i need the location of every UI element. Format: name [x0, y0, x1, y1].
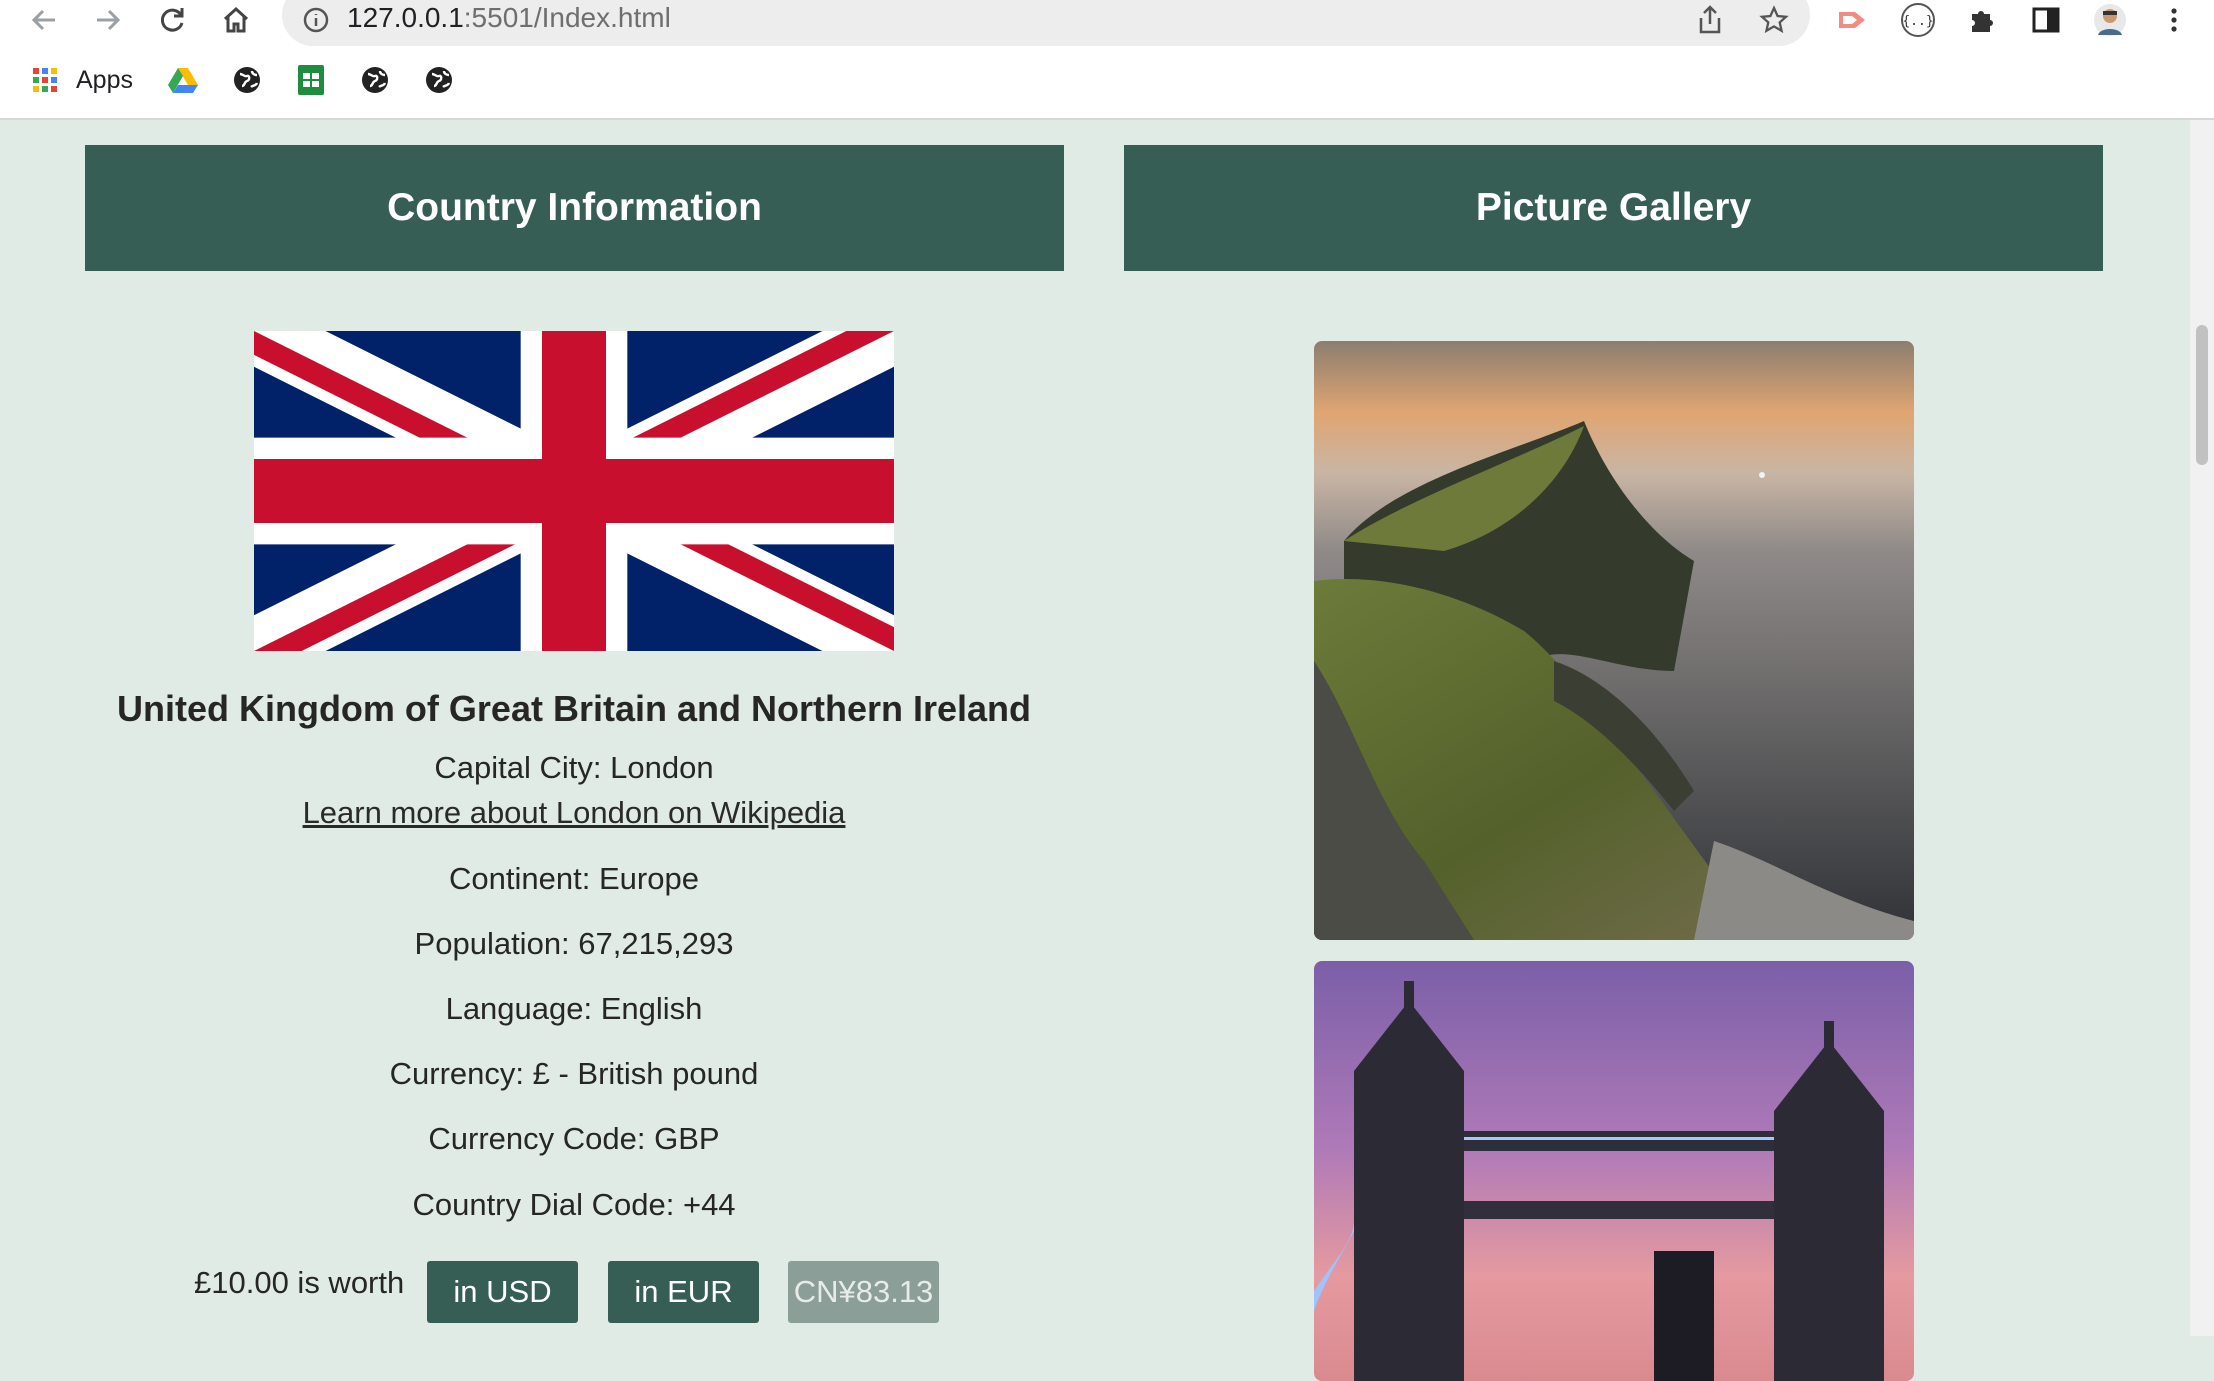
url-path: :5501/Index.html: [463, 2, 671, 33]
svg-text:{..}: {..}: [1902, 14, 1933, 29]
url-text[interactable]: 127.0.0.1:5501/Index.html: [347, 0, 671, 36]
extension-record-icon[interactable]: [1836, 2, 1872, 38]
gallery-image-coastal-cliffs[interactable]: [1314, 341, 1914, 940]
url-host: 127.0.0.1: [347, 2, 464, 33]
bookmark-star-icon[interactable]: [1756, 2, 1792, 38]
scrollbar-thumb[interactable]: [2196, 325, 2208, 465]
apps-grid-icon[interactable]: [28, 63, 62, 97]
page-content: Country Information Picture Gallery Unit…: [0, 120, 2214, 1381]
currency: Currency: £ - British pound: [389, 1056, 759, 1091]
picture-gallery-heading: Picture Gallery: [1124, 145, 2103, 271]
cny-result-button[interactable]: CN¥83.13: [788, 1261, 939, 1323]
population: Population: 67,215,293: [414, 926, 734, 961]
wiki-link-row: Learn more about London on Wikipedia: [84, 795, 1064, 831]
country-flag: [239, 302, 909, 680]
bookmarks-bar: [0, 48, 2214, 120]
continent: Continent: Europe: [449, 861, 699, 896]
side-panel-icon[interactable]: [2028, 2, 2064, 38]
globe-icon[interactable]: [230, 63, 264, 97]
browser-toolbar: 127.0.0.1:5501/Index.html {..}: [0, 0, 2214, 48]
site-info-icon[interactable]: [298, 2, 334, 38]
google-sheets-icon[interactable]: [294, 63, 328, 97]
converter-prefix: £10.00 is worth: [194, 1265, 405, 1300]
google-drive-icon[interactable]: [166, 63, 200, 97]
reload-icon[interactable]: [154, 2, 190, 38]
convert-usd-button[interactable]: in USD: [427, 1261, 578, 1323]
language: Language: English: [445, 991, 703, 1026]
globe-icon[interactable]: [358, 63, 392, 97]
capital-city: Capital City: London: [434, 750, 714, 785]
forward-icon[interactable]: [90, 2, 126, 38]
extensions-puzzle-icon[interactable]: [1964, 2, 2000, 38]
share-icon[interactable]: [1692, 2, 1728, 38]
country-name: United Kingdom of Great Britain and Nort…: [116, 688, 1032, 729]
extension-code-icon[interactable]: {..}: [1900, 2, 1936, 38]
globe-icon[interactable]: [422, 63, 456, 97]
back-icon[interactable]: [26, 2, 62, 38]
country-information-heading: Country Information: [85, 145, 1064, 271]
home-icon[interactable]: [218, 2, 254, 38]
wikipedia-link[interactable]: Learn more about London on Wikipedia: [303, 795, 846, 830]
dial-code: Country Dial Code: +44: [412, 1187, 736, 1222]
bookmark-apps-label[interactable]: Apps: [76, 64, 133, 96]
gallery-image-tower-bridge[interactable]: [1314, 961, 1914, 1381]
menu-kebab-icon[interactable]: [2156, 2, 2192, 38]
currency-code: Currency Code: GBP: [428, 1121, 720, 1156]
convert-eur-button[interactable]: in EUR: [608, 1261, 759, 1323]
page-scrollbar[interactable]: [2190, 120, 2214, 1336]
profile-avatar-icon[interactable]: [2092, 2, 2128, 38]
